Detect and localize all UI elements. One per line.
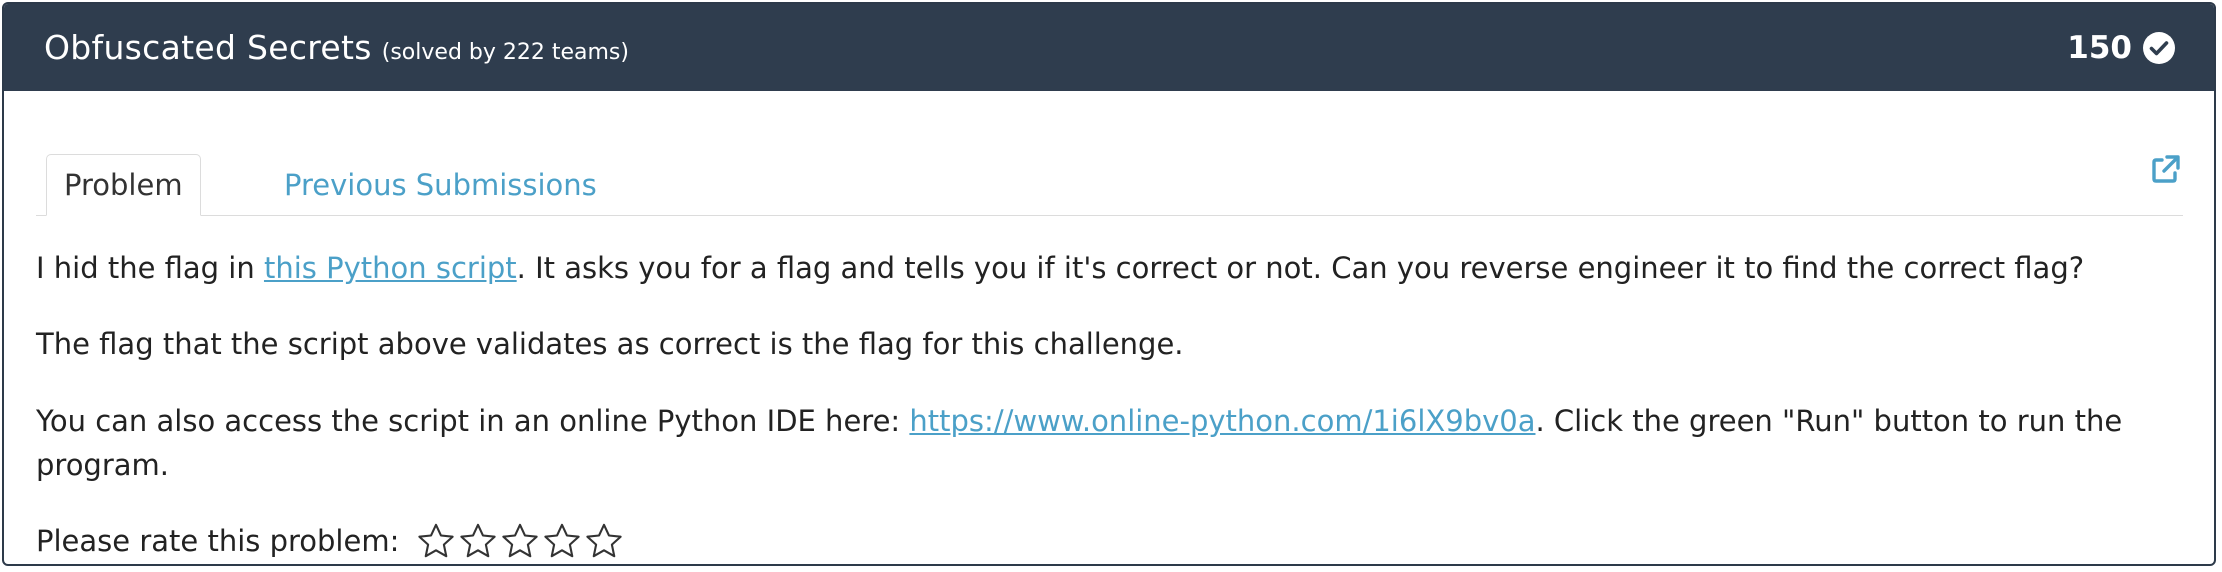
tab-bar: Problem Previous Submissions	[36, 121, 2183, 216]
tab-previous-submissions[interactable]: Previous Submissions	[284, 154, 597, 216]
rating-row: Please rate this problem:	[36, 519, 2183, 563]
p1-text-after: . It asks you for a flag and tells you i…	[516, 251, 2085, 285]
check-circle-icon	[2143, 31, 2175, 64]
tab-problem[interactable]: Problem	[46, 154, 201, 216]
p3-text-before: You can also access the script in an onl…	[36, 404, 910, 438]
flag-note: The flag that the script above validates…	[36, 327, 1184, 361]
ide-paragraph: You can also access the script in an onl…	[36, 399, 2183, 487]
star-outline-icon[interactable]	[585, 522, 623, 560]
star-rating	[417, 522, 627, 560]
star-outline-icon[interactable]	[501, 522, 539, 560]
star-outline-icon[interactable]	[543, 522, 581, 560]
rate-label: Please rate this problem:	[36, 524, 400, 558]
p1-text-before: I hid the flag in	[36, 251, 264, 285]
star-outline-icon[interactable]	[417, 522, 455, 560]
star-outline-icon[interactable]	[459, 522, 497, 560]
ide-link[interactable]: https://www.online-python.com/1i6lX9bv0a	[909, 404, 1535, 438]
problem-body: Problem Previous Submissions I hid the f…	[4, 121, 2214, 563]
script-link[interactable]: this Python script	[264, 251, 517, 285]
problem-description: I hid the flag in this Python script. It…	[36, 246, 2183, 290]
points-wrap: 150	[2067, 30, 2176, 66]
problem-header: Obfuscated Secrets (solved by 222 teams)…	[4, 4, 2214, 91]
points-value: 150	[2067, 29, 2132, 66]
solved-count: (solved by 222 teams)	[381, 40, 629, 65]
ide-line-1: You can also access the script in an onl…	[36, 399, 2183, 443]
problem-title: Obfuscated Secrets	[44, 28, 372, 67]
p3-text-after: . Click the green "Run" button to run th…	[1535, 404, 2123, 438]
external-link-icon[interactable]	[2149, 152, 2183, 186]
ide-line-2: program.	[36, 448, 170, 482]
problem-title-wrap: Obfuscated Secrets (solved by 222 teams)	[44, 28, 629, 67]
problem-card: Obfuscated Secrets (solved by 222 teams)…	[2, 2, 2216, 566]
